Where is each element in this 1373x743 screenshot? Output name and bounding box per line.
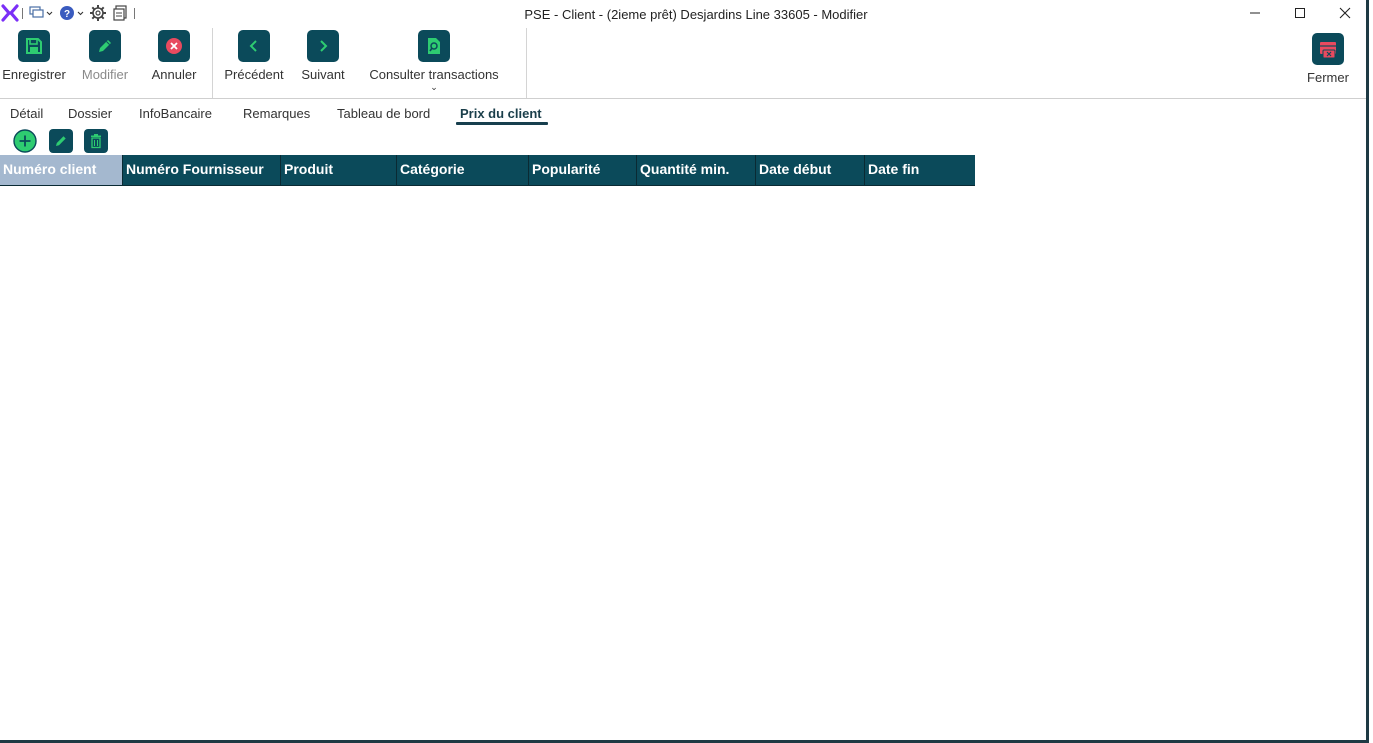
pencil-icon (56, 136, 66, 146)
column-header[interactable]: Produit (281, 155, 397, 185)
trash-icon (91, 134, 101, 149)
transactions-label: Consulter transactions (369, 67, 499, 82)
title-bar: ? PSE - Client - (2ieme prêt) Desjardins… (0, 0, 1366, 28)
next-label: Suivant (301, 67, 345, 82)
column-header[interactable]: Popularité (529, 155, 637, 185)
cancel-button[interactable]: Annuler (149, 30, 199, 82)
save-button[interactable]: Enregistrer (2, 30, 66, 82)
chevron-down-icon[interactable]: ⌄ (430, 83, 438, 92)
search-document-icon (418, 30, 450, 62)
window-title: PSE - Client - (2ieme prêt) Desjardins L… (524, 7, 868, 22)
column-header[interactable]: Quantité min. (637, 155, 756, 185)
window-border (1366, 0, 1369, 743)
edit-label: Modifier (81, 67, 129, 82)
close-form-icon (1312, 33, 1344, 65)
active-tab-indicator (456, 122, 548, 125)
cancel-icon (158, 30, 190, 62)
grid-header: Numéro client Numéro Fournisseur Produit… (0, 155, 975, 186)
tab-remarques[interactable]: Remarques (243, 106, 310, 121)
grid-body[interactable] (0, 186, 1366, 740)
ribbon-toolbar: Enregistrer Modifier Annuler Précédent S… (0, 28, 1366, 98)
previous-button[interactable]: Précédent (222, 30, 286, 82)
chevron-right-icon (307, 30, 339, 62)
column-header[interactable]: Catégorie (397, 155, 529, 185)
ribbon-divider (0, 98, 1366, 99)
save-label: Enregistrer (2, 67, 66, 82)
chevron-left-icon (238, 30, 270, 62)
transactions-button[interactable]: Consulter transactions ⌄ (364, 30, 504, 92)
close-button[interactable]: Fermer (1304, 33, 1352, 85)
close-label: Fermer (1307, 70, 1349, 85)
plus-icon (13, 129, 37, 153)
ribbon-separator (526, 28, 527, 98)
column-header[interactable]: Date début (756, 155, 865, 185)
delete-row-button[interactable] (84, 129, 108, 153)
tab-detail[interactable]: Détail (10, 106, 43, 121)
edit-row-button[interactable] (49, 129, 73, 153)
minimize-button[interactable] (1233, 0, 1277, 26)
next-button[interactable]: Suivant (299, 30, 347, 82)
tab-tableau-de-bord[interactable]: Tableau de bord (337, 106, 430, 121)
ribbon-separator (212, 28, 213, 98)
column-header[interactable]: Date fin (865, 155, 975, 185)
pencil-icon (89, 30, 121, 62)
close-window-button[interactable] (1323, 0, 1367, 26)
tab-infobancaire[interactable]: InfoBancaire (139, 106, 212, 121)
tab-dossier[interactable]: Dossier (68, 106, 112, 121)
column-header[interactable]: Numéro client (0, 155, 123, 185)
edit-button[interactable]: Modifier (78, 30, 132, 82)
add-row-button[interactable] (13, 129, 37, 153)
save-icon (18, 30, 50, 62)
previous-label: Précédent (224, 67, 284, 82)
maximize-button[interactable] (1278, 0, 1322, 26)
cancel-label: Annuler (151, 67, 197, 82)
tab-prix-du-client[interactable]: Prix du client (460, 106, 542, 121)
column-header[interactable]: Numéro Fournisseur (123, 155, 281, 185)
